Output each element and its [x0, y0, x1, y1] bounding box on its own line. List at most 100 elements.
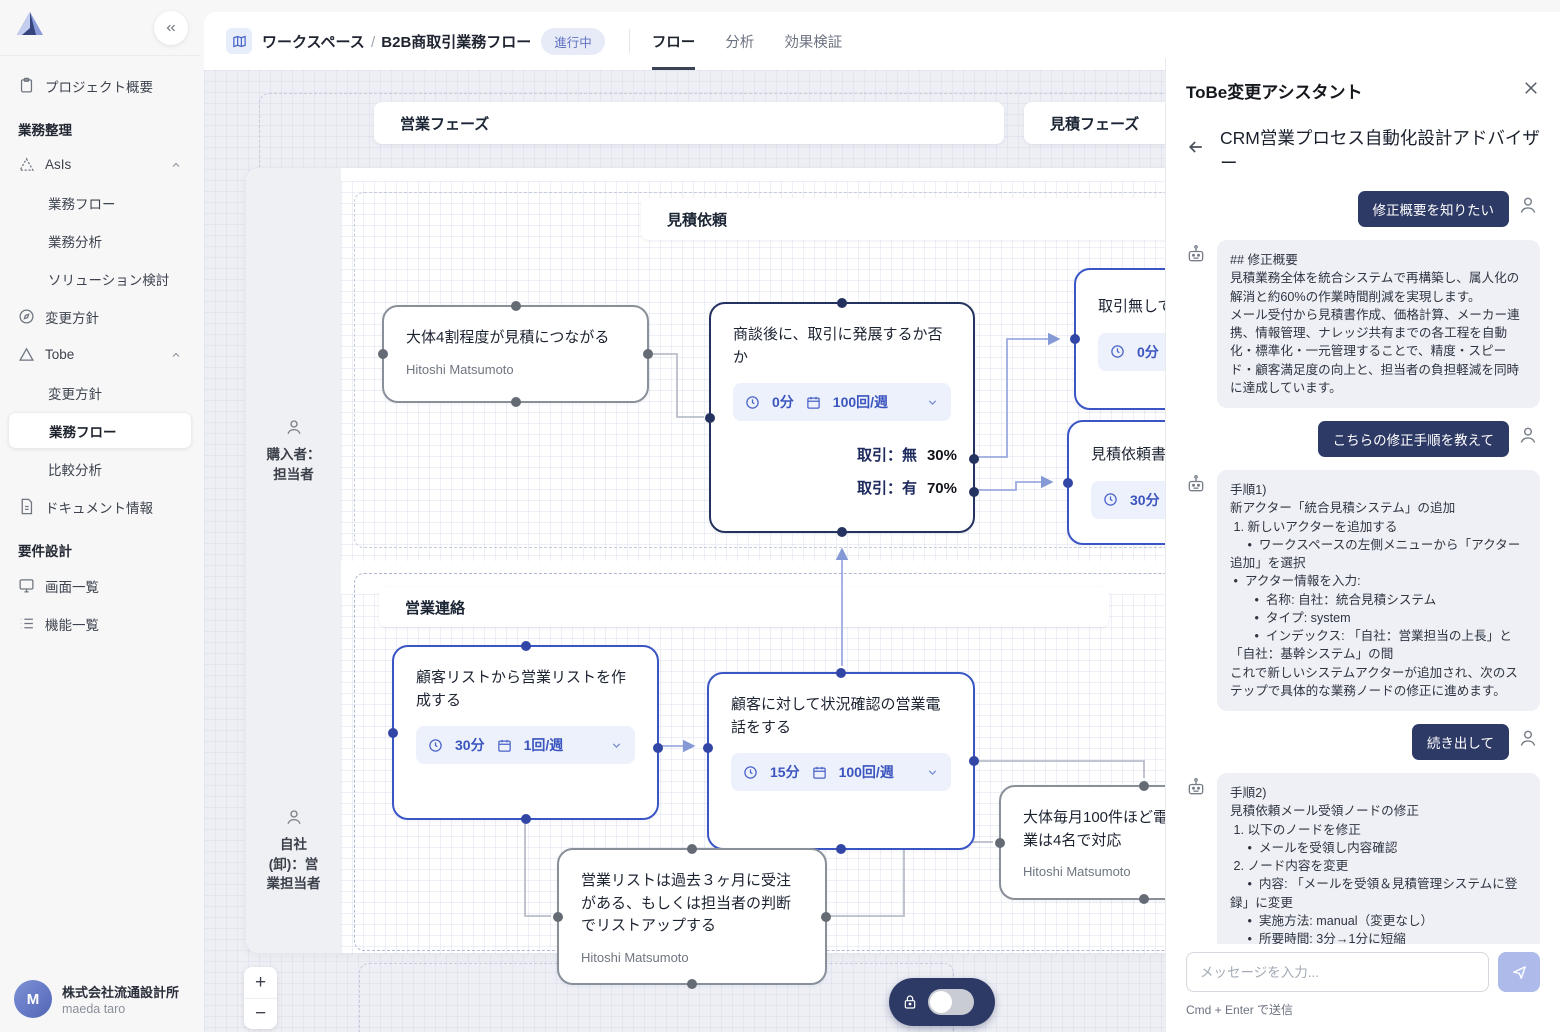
- chat-message-user: 修正概要を知りたい: [1186, 191, 1540, 227]
- connector-dot[interactable]: [511, 397, 521, 407]
- group-sales-contact[interactable]: 営業連絡: [379, 587, 1109, 627]
- flow-node-create-sales-list[interactable]: 顧客リストから営業リストを作成する 30分 1回/週: [392, 645, 659, 820]
- sidebar-item-project-overview[interactable]: プロジェクト概要: [8, 67, 192, 104]
- flow-node-sales-list-criteria-note[interactable]: 営業リストは過去３ヶ月に受注がある、もしくは担当者の判断でリストアップする Hi…: [557, 848, 827, 985]
- user-icon: [1518, 195, 1540, 220]
- sidebar-item-screen-list[interactable]: 画面一覧: [8, 567, 192, 604]
- connector-dot[interactable]: [1063, 478, 1073, 488]
- duration-value: 30分: [455, 735, 485, 755]
- connector-dot[interactable]: [969, 454, 979, 464]
- actor-buyer[interactable]: 購入者： 担当者: [246, 398, 341, 504]
- connector-dot[interactable]: [705, 413, 715, 423]
- bot-message-bubble: 手順2) 見積依頼メール受領ノードの修正 1. 以下のノードを修正 • メールを…: [1217, 773, 1540, 944]
- connector-dot[interactable]: [836, 844, 846, 854]
- sidebar-item-comparison-analysis[interactable]: 比較分析: [8, 450, 192, 487]
- sidebar-item-asis-business-analysis[interactable]: 業務分析: [8, 222, 192, 259]
- actor-own-sales[interactable]: 自社 (卸)：営 業担当者: [246, 788, 341, 913]
- connector-dot[interactable]: [837, 527, 847, 537]
- connector-dot[interactable]: [1139, 781, 1149, 791]
- sidebar-item-solution-study[interactable]: ソリューション検討: [8, 260, 192, 297]
- lock-toggle-control[interactable]: [889, 978, 995, 1026]
- connector-dot[interactable]: [378, 349, 388, 359]
- sidebar-item-change-policy[interactable]: 変更方針: [8, 298, 192, 335]
- user-profile[interactable]: M 株式会社流通設計所 maeda taro: [14, 980, 179, 1018]
- connector-dot[interactable]: [1070, 334, 1080, 344]
- send-icon: [1511, 964, 1528, 981]
- sidebar-item-asis-business-flow[interactable]: 業務フロー: [8, 184, 192, 221]
- user-icon: [1518, 728, 1540, 753]
- panel-title: ToBe変更アシスタント: [1186, 78, 1363, 103]
- clock-icon: [745, 395, 760, 410]
- sidebar-item-document-info[interactable]: ドキュメント情報: [8, 488, 192, 525]
- node-metrics-pill[interactable]: 15分 100回/週: [731, 753, 951, 791]
- connector-dot[interactable]: [969, 487, 979, 497]
- workspace-map-icon[interactable]: [226, 28, 252, 54]
- lock-icon: [902, 994, 918, 1010]
- sidebar-section-gyomu-seiri: 業務整理: [0, 105, 200, 145]
- asis-triangle-icon: [18, 156, 35, 173]
- zoom-out-button[interactable]: −: [244, 998, 277, 1029]
- tab-analysis[interactable]: 分析: [725, 12, 754, 70]
- user-message-bubble[interactable]: 続き出して: [1412, 724, 1509, 760]
- connector-dot[interactable]: [837, 298, 847, 308]
- toggle-knob: [930, 991, 952, 1013]
- connector-dot[interactable]: [687, 979, 697, 989]
- sidebar-item-tobe-business-flow[interactable]: 業務フロー: [8, 412, 192, 449]
- chat-message-bot: 手順1) 新アクター「統合見積システム」の追加 1. 新しいアクターを追加する …: [1186, 470, 1540, 711]
- back-arrow-icon[interactable]: [1186, 137, 1206, 163]
- lock-toggle[interactable]: [928, 989, 974, 1015]
- clock-icon: [1110, 344, 1125, 359]
- sidebar-collapse-button[interactable]: [154, 11, 188, 45]
- sidebar-item-tobe-change-policy[interactable]: 変更方針: [8, 374, 192, 411]
- user-message-bubble[interactable]: こちらの修正手順を教えて: [1318, 421, 1509, 457]
- chevron-up-icon: [170, 159, 182, 171]
- node-metrics-pill[interactable]: 30分 1回/週: [416, 726, 635, 764]
- connector-dot[interactable]: [1139, 894, 1149, 904]
- connector-dot[interactable]: [653, 743, 663, 753]
- send-hint: Cmd + Enter で送信: [1186, 1001, 1540, 1018]
- chat-message-input[interactable]: [1186, 952, 1489, 992]
- breadcrumb[interactable]: ワークスペース / B2B商取引業務フロー: [262, 31, 531, 52]
- sidebar-item-tobe[interactable]: Tobe: [8, 336, 192, 373]
- close-icon[interactable]: [1522, 79, 1540, 102]
- branch-list: 取引：無30% 取引：有70%: [857, 444, 957, 510]
- branch-no-deal: 取引：無30%: [857, 444, 957, 465]
- duration-value: 0分: [772, 392, 794, 412]
- connector-dot[interactable]: [995, 838, 1005, 848]
- flow-node-quote-conversion-note[interactable]: 大体4割程度が見積につながる Hitoshi Matsumoto: [382, 305, 649, 403]
- connector-dot[interactable]: [643, 349, 653, 359]
- sidebar-item-asis[interactable]: AsIs: [8, 146, 192, 183]
- frequency-value: 100回/週: [839, 762, 894, 782]
- node-metrics-pill[interactable]: 0分 100回/週: [733, 383, 951, 421]
- connector-dot[interactable]: [521, 641, 531, 651]
- connector-dot[interactable]: [969, 756, 979, 766]
- flow-node-deal-decision[interactable]: 商談後に、取引に発展するか否か 0分 100回/週 取引：無30% 取引：有70…: [709, 302, 975, 533]
- connector-dot[interactable]: [703, 743, 713, 753]
- connector-dot[interactable]: [521, 814, 531, 824]
- send-button[interactable]: [1498, 952, 1540, 992]
- connector-dot[interactable]: [687, 844, 697, 854]
- company-name: 株式会社流通設計所: [62, 982, 179, 1001]
- user-message-bubble[interactable]: 修正概要を知りたい: [1358, 191, 1510, 227]
- bot-message-bubble: ## 修正概要 見積業務全体を統合システムで再構築し、属人化の解消と約60%の作…: [1217, 240, 1540, 408]
- tab-flow[interactable]: フロー: [652, 12, 696, 70]
- clock-icon: [1103, 492, 1118, 507]
- sidebar-item-function-list[interactable]: 機能一覧: [8, 605, 192, 642]
- clock-icon: [743, 765, 758, 780]
- divider: [629, 29, 630, 53]
- zoom-in-button[interactable]: +: [244, 967, 277, 998]
- connector-dot[interactable]: [388, 728, 398, 738]
- sidebar-section-yoken-sekkei: 要件設計: [0, 526, 200, 566]
- flow-node-status-check-call[interactable]: 顧客に対して状況確認の営業電話をする 15分 100回/週: [707, 672, 975, 850]
- connector-dot[interactable]: [836, 668, 846, 678]
- connector-dot[interactable]: [553, 912, 563, 922]
- connector-dot[interactable]: [511, 301, 521, 311]
- connector-dot[interactable]: [821, 912, 831, 922]
- monitor-icon: [18, 577, 35, 594]
- chat-message-bot: 手順2) 見積依頼メール受領ノードの修正 1. 以下のノードを修正 • メールを…: [1186, 773, 1540, 944]
- chevron-up-icon: [170, 349, 182, 361]
- tab-effect-verification[interactable]: 効果検証: [784, 12, 842, 70]
- view-tabs: フロー 分析 効果検証: [652, 12, 843, 70]
- person-icon: [285, 808, 303, 826]
- phase-sales[interactable]: 営業フェーズ: [374, 102, 1004, 144]
